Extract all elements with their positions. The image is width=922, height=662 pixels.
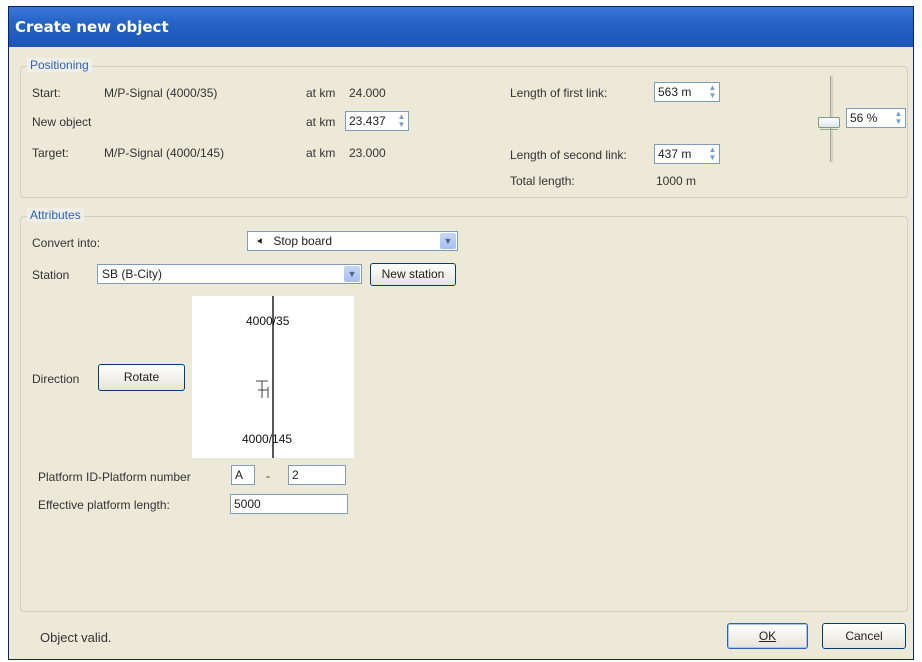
rotate-button[interactable]: Rotate bbox=[98, 364, 185, 391]
dialog-title: Create new object bbox=[15, 18, 169, 36]
target-km-value: 23.000 bbox=[349, 146, 386, 160]
platform-label: Platform ID-Platform number bbox=[38, 470, 191, 484]
chevron-down-icon[interactable]: ▼ bbox=[440, 233, 456, 249]
start-km-label: at km bbox=[306, 86, 336, 100]
platform-separator: - bbox=[266, 469, 270, 483]
target-label: Target: bbox=[32, 146, 69, 160]
platform-number-input[interactable]: 2 bbox=[288, 465, 346, 485]
second-link-label: Length of second link: bbox=[510, 148, 627, 162]
split-percent-value: 56 % bbox=[850, 111, 878, 125]
convert-into-select[interactable]: ⯇ Stop board ▼ bbox=[247, 231, 458, 251]
cancel-button[interactable]: Cancel bbox=[822, 623, 906, 649]
new-object-label: New object bbox=[32, 115, 92, 129]
split-percent-spinner[interactable]: 56 % ▲ ▼ bbox=[846, 108, 906, 128]
start-km-value: 24.000 bbox=[349, 86, 386, 100]
start-value: M/P-Signal (4000/35) bbox=[104, 86, 218, 100]
spinner-arrows-icon[interactable]: ▲ ▼ bbox=[707, 146, 718, 162]
target-value: M/P-Signal (4000/145) bbox=[104, 146, 225, 160]
convert-into-value: Stop board bbox=[273, 234, 333, 248]
station-label: Station bbox=[32, 268, 70, 282]
first-link-label: Length of first link: bbox=[510, 86, 608, 100]
stop-board-icon: ⯇ bbox=[256, 237, 264, 248]
slider-tick-mark bbox=[820, 129, 838, 130]
second-link-value: 437 m bbox=[658, 147, 692, 161]
split-slider-thumb[interactable] bbox=[818, 117, 840, 128]
first-link-value: 563 m bbox=[658, 85, 692, 99]
chevron-down-icon[interactable]: ▼ bbox=[344, 266, 360, 282]
dialog-title-bar: Create new object bbox=[9, 7, 913, 47]
diagram-bottom-label: 4000/145 bbox=[242, 432, 293, 446]
effective-length-input[interactable]: 5000 bbox=[230, 494, 348, 514]
target-km-label: at km bbox=[306, 146, 336, 160]
ok-button[interactable]: OK bbox=[727, 623, 808, 649]
start-label: Start: bbox=[32, 86, 61, 100]
spinner-arrows-icon[interactable]: ▲ ▼ bbox=[707, 84, 718, 100]
new-km-value: 23.437 bbox=[349, 114, 386, 128]
first-link-spinner[interactable]: 563 m ▲ ▼ bbox=[654, 82, 720, 102]
station-select[interactable]: SB (B-City) ▼ bbox=[97, 264, 362, 284]
stop-board-symbol-icon bbox=[256, 380, 269, 398]
platform-id-input[interactable]: A bbox=[231, 465, 255, 485]
direction-label: Direction bbox=[32, 372, 80, 386]
new-km-spinner[interactable]: 23.437 ▲ ▼ bbox=[345, 111, 409, 131]
station-value: SB (B-City) bbox=[102, 267, 162, 281]
new-station-button[interactable]: New station bbox=[370, 263, 456, 286]
spinner-arrows-icon[interactable]: ▲ ▼ bbox=[396, 113, 407, 129]
positioning-legend: Positioning bbox=[27, 58, 92, 72]
effective-length-label: Effective platform length: bbox=[38, 498, 170, 512]
total-length-value: 1000 m bbox=[656, 174, 697, 188]
diagram-top-label: 4000/35 bbox=[246, 314, 290, 328]
total-length-label: Total length: bbox=[510, 174, 575, 188]
second-link-spinner[interactable]: 437 m ▲ ▼ bbox=[654, 144, 720, 164]
attributes-legend: Attributes bbox=[27, 208, 84, 222]
spinner-arrows-icon[interactable]: ▲ ▼ bbox=[893, 110, 904, 126]
convert-into-label: Convert into: bbox=[32, 236, 101, 250]
new-km-label: at km bbox=[306, 115, 336, 129]
status-text: Object valid. bbox=[40, 630, 112, 645]
direction-diagram: 4000/35 4000/145 bbox=[192, 296, 354, 458]
